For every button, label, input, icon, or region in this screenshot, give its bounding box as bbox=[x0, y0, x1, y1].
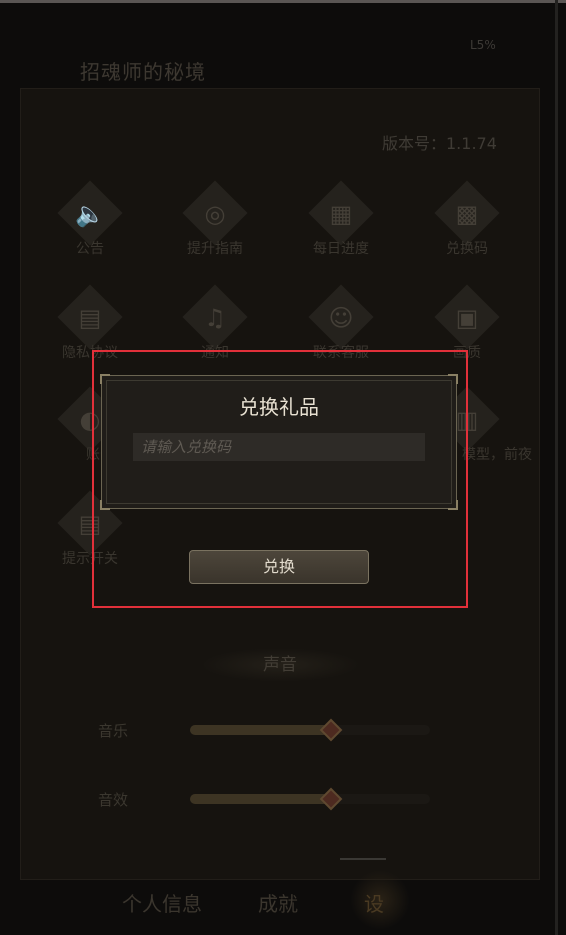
divider bbox=[340, 858, 386, 860]
music-slider-fill bbox=[190, 725, 330, 735]
grid-item-redeem-code[interactable]: ▩ 兑换码 bbox=[422, 180, 512, 276]
grid-item-label: 提升指南 bbox=[187, 241, 243, 257]
image-icon: ▣ bbox=[455, 304, 479, 332]
bell-icon: ♫ bbox=[204, 304, 226, 332]
music-label: 音乐 bbox=[98, 722, 129, 740]
headset-icon: ☺ bbox=[328, 304, 354, 332]
qr-code-icon: ▩ bbox=[455, 200, 479, 228]
version-text: 版本号：1.1.74 bbox=[382, 134, 497, 153]
grid-item-daily-progress[interactable]: ▦ 每日进度 bbox=[296, 180, 386, 276]
right-border bbox=[555, 0, 558, 935]
grid-item-guide[interactable]: ◎ 提升指南 bbox=[170, 180, 260, 276]
calendar-icon: ▦ bbox=[329, 200, 353, 228]
speaker-icon: 🔈 bbox=[75, 200, 105, 228]
sound-section-title: 声音 bbox=[200, 648, 360, 682]
highlight-box bbox=[92, 350, 468, 608]
tab-profile[interactable]: 个人信息 bbox=[122, 888, 202, 917]
music-slider[interactable] bbox=[190, 718, 430, 742]
top-border bbox=[0, 0, 566, 3]
tab-settings[interactable]: 设 bbox=[364, 888, 384, 917]
status-text: L5% bbox=[470, 38, 496, 52]
sfx-slider-fill bbox=[190, 794, 330, 804]
grid-item-label: 兑换码 bbox=[446, 241, 488, 257]
grid-item-label: 公告 bbox=[76, 241, 104, 257]
tab-achievements[interactable]: 成就 bbox=[258, 888, 298, 917]
guide-icon: ◎ bbox=[204, 200, 226, 228]
grid-item-announcement[interactable]: 🔈 公告 bbox=[45, 180, 135, 276]
page-title: 招魂师的秘境 bbox=[80, 60, 206, 84]
sfx-label: 音效 bbox=[98, 791, 129, 809]
document-icon: ▤ bbox=[78, 304, 102, 332]
grid-item-label: 每日进度 bbox=[313, 241, 369, 257]
sfx-slider[interactable] bbox=[190, 787, 430, 811]
